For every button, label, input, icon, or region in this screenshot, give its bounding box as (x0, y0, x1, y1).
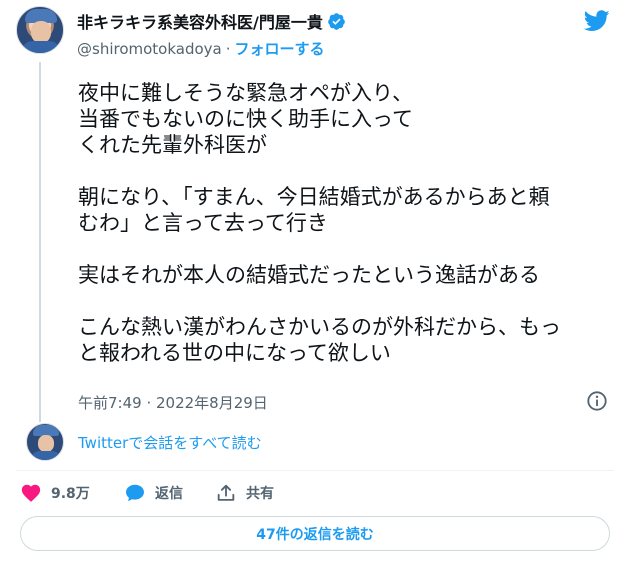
share-icon (217, 484, 235, 501)
share-label: 共有 (246, 486, 274, 502)
author-name-row: 非キラキラ系美容外科医/門屋一貴 (77, 9, 346, 33)
tweet-timestamp[interactable]: 午前7:49 · 2022年8月29日 (78, 392, 268, 413)
reply-button[interactable]: 返信 (124, 482, 183, 504)
share-button[interactable]: 共有 (215, 482, 274, 504)
avatar-face (38, 435, 54, 452)
avatar-face (31, 21, 51, 43)
avatar-scrubs (21, 41, 61, 53)
author-handle[interactable]: @shiromotokadoya (77, 40, 222, 58)
handle-separator: · (225, 39, 231, 58)
tweet-card: 非キラキラ系美容外科医/門屋一貴 @shiromotokadoya · フォロー… (0, 0, 630, 562)
like-button[interactable]: 9.8万 (20, 482, 90, 504)
thread-connector-line (39, 62, 41, 422)
author-avatar[interactable] (16, 6, 64, 54)
avatar-scrubs (30, 451, 62, 460)
twitter-bird-icon[interactable] (584, 10, 610, 32)
author-handle-row: @shiromotokadoya · フォローする (77, 38, 325, 59)
info-icon[interactable] (586, 390, 608, 412)
heart-icon (21, 484, 41, 502)
reply-bubble-icon (126, 484, 144, 502)
reply-label: 返信 (155, 486, 183, 502)
verified-badge-icon (328, 12, 345, 30)
follow-button[interactable]: フォローする (235, 38, 325, 59)
read-replies-button[interactable]: 47件の返信を読む (20, 516, 610, 551)
read-thread-link[interactable]: Twitterで会話をすべて読む (78, 432, 262, 453)
likes-count: 9.8万 (51, 486, 90, 502)
divider (16, 470, 614, 471)
thread-avatar[interactable] (26, 423, 64, 461)
tweet-text: 夜中に難しそうな緊急オペが入り、 当番でもないのに快く助手に入って くれた先輩外… (78, 81, 561, 365)
author-name[interactable]: 非キラキラ系美容外科医/門屋一貴 (77, 9, 323, 33)
